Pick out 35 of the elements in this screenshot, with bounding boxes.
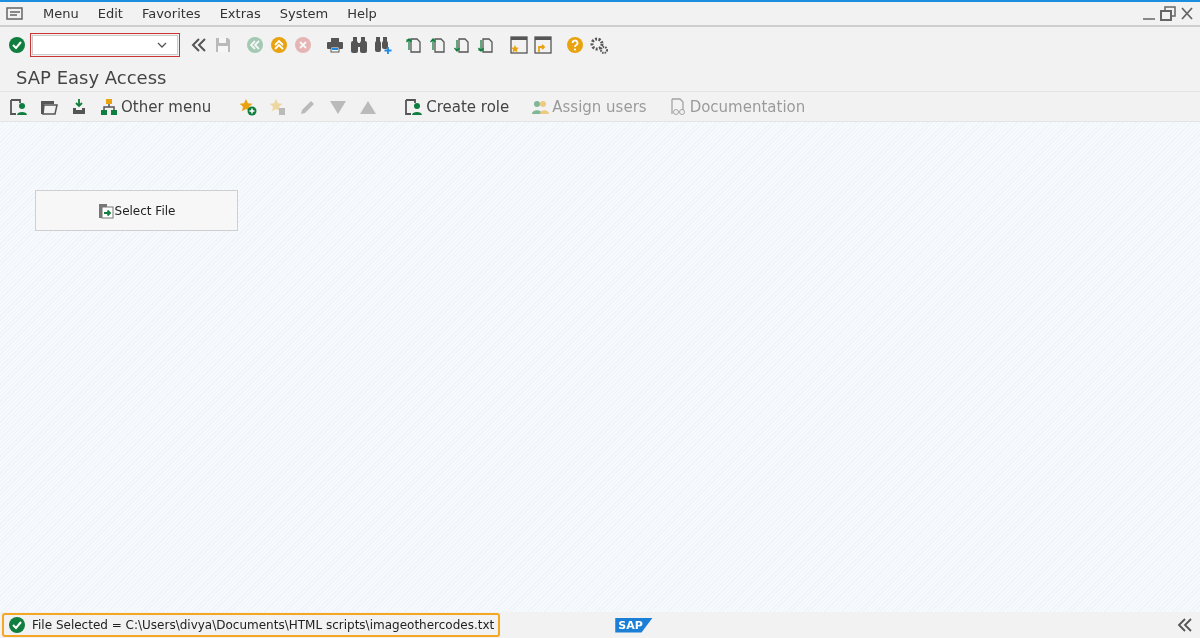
command-field[interactable] bbox=[32, 35, 178, 55]
menu-icon[interactable] bbox=[6, 4, 24, 23]
screen-title: SAP Easy Access bbox=[0, 63, 1200, 91]
menu-item[interactable]: Edit bbox=[97, 6, 123, 21]
binoculars-plus-icon[interactable] bbox=[374, 36, 392, 54]
menu-item[interactable]: Menu bbox=[43, 6, 79, 21]
status-text: File Selected = C:\Users\divya\Documents\HTML scripts\imageothercodes.txt bbox=[32, 618, 495, 632]
dropdown-caret-icon[interactable] bbox=[157, 42, 167, 48]
restore-icon[interactable] bbox=[1160, 4, 1176, 23]
menu-item[interactable]: System bbox=[279, 6, 329, 21]
binoculars-icon[interactable] bbox=[350, 36, 368, 54]
double-chevron-icon[interactable] bbox=[190, 36, 208, 54]
file-arrow-icon bbox=[97, 202, 114, 219]
gear-icon[interactable] bbox=[590, 36, 608, 54]
user-folder-icon bbox=[405, 97, 424, 116]
create-role-button[interactable]: Create role bbox=[405, 97, 510, 116]
page-up-arrow-icon[interactable] bbox=[430, 36, 448, 54]
collapse-icon[interactable] bbox=[1176, 616, 1194, 634]
menu-item[interactable]: Extras bbox=[219, 6, 261, 21]
sap-logo: SAP bbox=[615, 617, 653, 633]
user-folder-icon[interactable] bbox=[10, 97, 28, 116]
inbox-tray-icon[interactable] bbox=[70, 97, 88, 116]
check-icon[interactable] bbox=[8, 36, 26, 54]
page-down-arrow-icon[interactable] bbox=[454, 36, 472, 54]
star-plus-icon[interactable] bbox=[239, 97, 258, 116]
hierarchy-icon bbox=[100, 97, 118, 116]
menu-item[interactable]: Help bbox=[347, 6, 377, 21]
document-glasses-icon bbox=[668, 97, 687, 116]
page-down-arrow-icon[interactable] bbox=[478, 36, 496, 54]
other-menu-button[interactable]: Other menu bbox=[100, 97, 212, 116]
page-up-arrow-icon[interactable] bbox=[406, 36, 424, 54]
success-icon bbox=[8, 616, 26, 634]
printer-icon[interactable] bbox=[326, 36, 344, 54]
select-file-button[interactable]: Select File bbox=[35, 190, 238, 231]
menu-item[interactable]: Favorites bbox=[141, 6, 201, 21]
